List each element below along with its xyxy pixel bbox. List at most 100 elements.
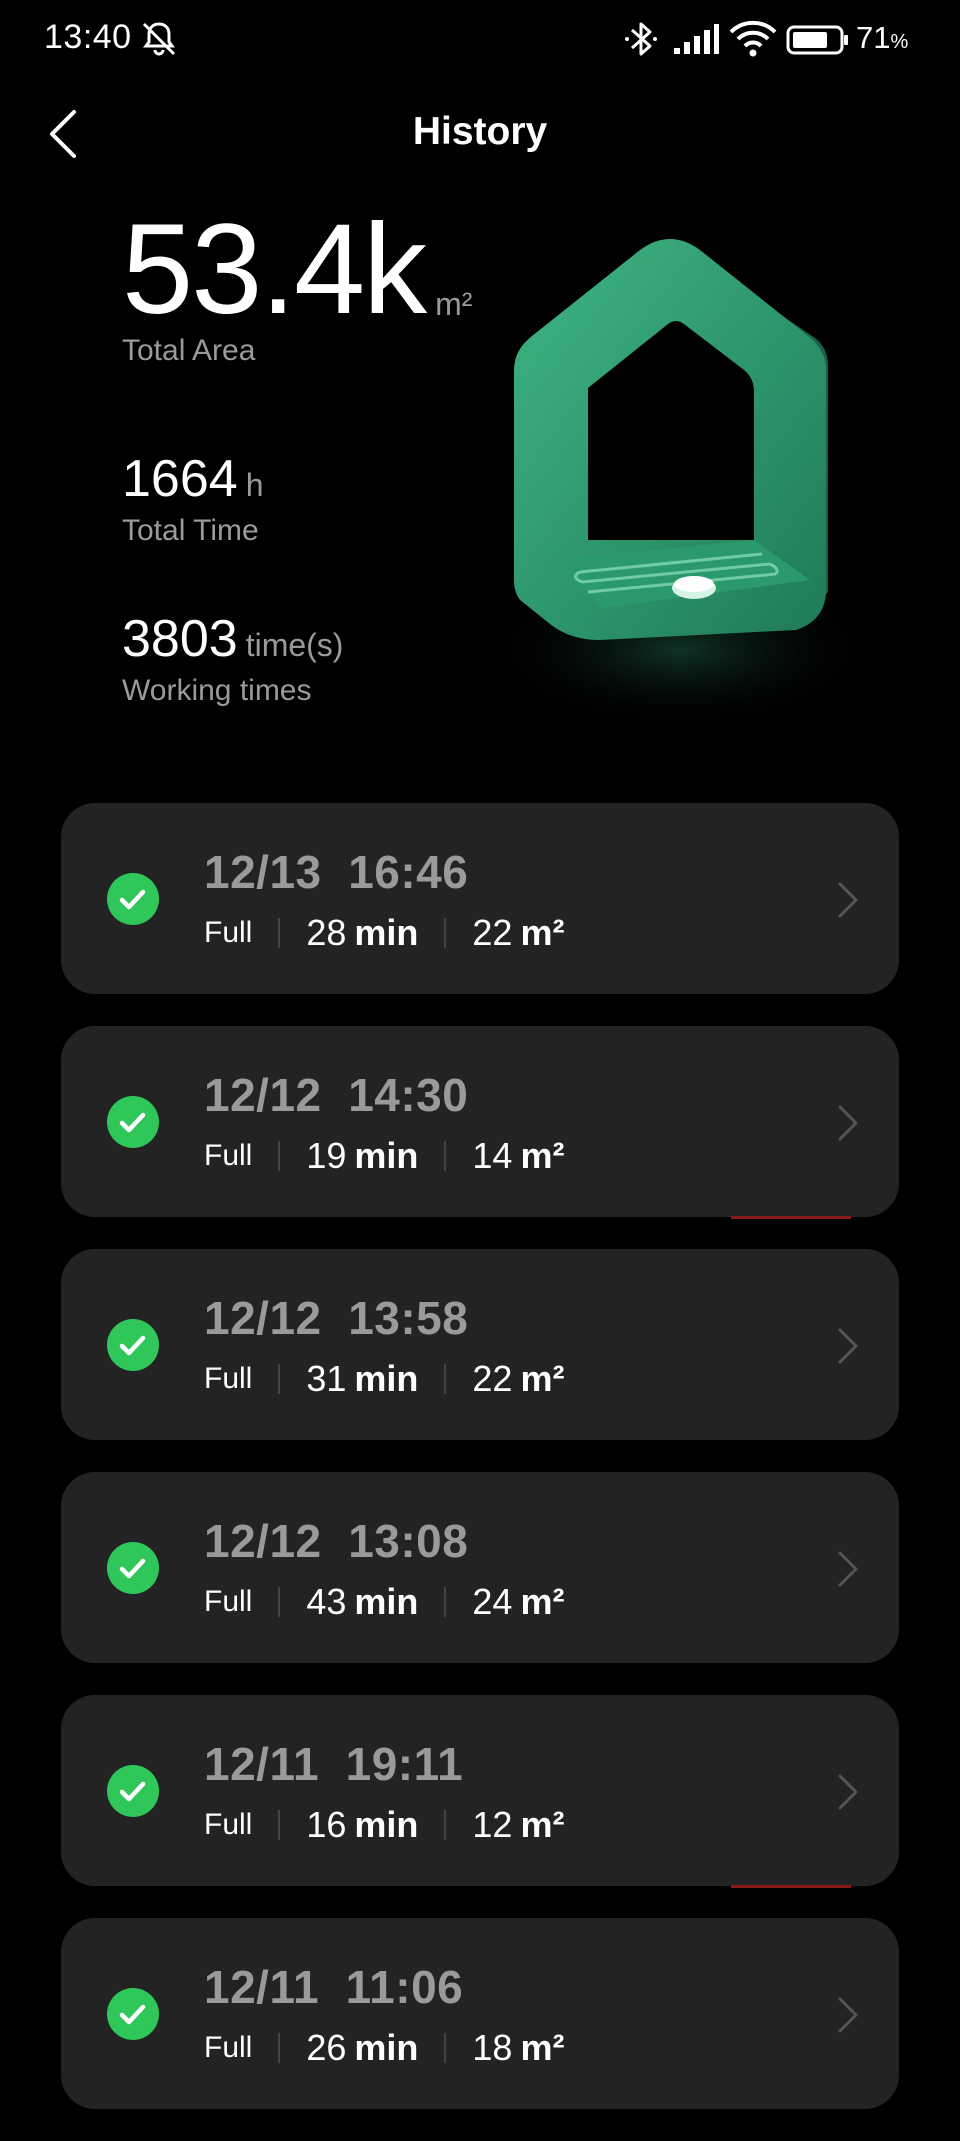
history-time: 16:46 [348,846,469,898]
history-datetime: 12/11 11:06 [204,1960,463,2014]
divider [444,1364,447,1394]
history-duration: 19 [306,1135,347,1176]
history-card[interactable]: 12/12 13:08 Full 43 min 24 m² [61,1472,899,1663]
status-bar: 13:40 71% [0,0,960,80]
battery-level: 71% [856,20,909,55]
card-accent-line [731,1885,851,1888]
divider [278,1587,281,1617]
history-time: 11:06 [345,1961,464,2013]
history-duration-unit: min [354,2027,419,2068]
history-mode: Full [204,2031,253,2064]
check-circle-icon [107,1542,159,1594]
total-time-value: 1664 [122,450,238,508]
total-area-stat: 53.4k m² Total Area [122,200,472,368]
history-area-unit: m² [520,912,565,953]
history-area-unit: m² [520,1581,565,1622]
signal-icon [674,24,719,54]
history-mode: Full [204,1585,253,1618]
history-area: 18 [472,2027,513,2068]
history-duration-unit: min [354,1135,419,1176]
history-area: 14 [472,1135,513,1176]
history-date: 12/11 [204,1738,320,1790]
divider [278,2033,281,2063]
divider [444,1587,447,1617]
history-time: 14:30 [348,1069,469,1121]
divider [278,1810,281,1840]
check-circle-icon [107,873,159,925]
divider [278,1364,281,1394]
divider [444,1810,447,1840]
history-mode: Full [204,1139,253,1172]
history-meta: Full 19 min 14 m² [204,1134,564,1178]
check-circle-icon [107,1988,159,2040]
total-time-label: Total Time [122,514,259,547]
history-date: 12/13 [204,846,322,898]
history-list: 12/13 16:46 Full 28 min 22 m² 12/12 14:30 … [61,803,899,2141]
history-card[interactable]: 12/11 11:06 Full 26 min 18 m² [61,1918,899,2109]
status-time: 13:40 [44,18,132,56]
history-datetime: 12/11 19:11 [204,1737,463,1791]
history-meta: Full 28 min 22 m² [204,911,564,955]
history-meta: Full 31 min 22 m² [204,1357,564,1401]
chevron-right-icon [838,1551,858,1587]
history-duration: 16 [306,1804,347,1845]
page-title: History [412,110,548,153]
history-area: 22 [472,912,513,953]
bluetooth-icon [625,22,657,56]
history-mode: Full [204,1362,253,1395]
total-time-stat: 1664 h Total Time [122,448,263,548]
chevron-right-icon [838,882,858,918]
history-datetime: 12/12 14:30 [204,1068,468,1122]
mute-icon [142,22,176,56]
working-times-stat: 3803 time(s) Working times [122,608,343,708]
history-meta: Full 26 min 18 m² [204,2026,564,2070]
working-times-unit: time(s) [245,627,344,663]
history-area: 22 [472,1358,513,1399]
history-meta: Full 43 min 24 m² [204,1580,564,1624]
history-area-unit: m² [520,1135,565,1176]
divider [444,2033,447,2063]
history-datetime: 12/12 13:58 [204,1291,468,1345]
history-datetime: 12/13 16:46 [204,845,468,899]
check-circle-icon [107,1765,159,1817]
history-duration: 31 [306,1358,347,1399]
history-card[interactable]: 12/12 14:30 Full 19 min 14 m² [61,1026,899,1219]
history-card[interactable]: 12/12 13:58 Full 31 min 22 m² [61,1249,899,1440]
history-time: 13:58 [348,1292,469,1344]
wifi-icon [729,20,777,57]
history-time: 13:08 [348,1515,469,1567]
total-area-value: 53.4k [122,198,427,341]
working-times-label: Working times [122,674,312,707]
history-date: 12/11 [204,1961,320,2013]
history-area: 24 [472,1581,513,1622]
battery-icon [786,25,848,55]
history-duration-unit: min [354,912,419,953]
history-mode: Full [204,1808,253,1841]
chevron-right-icon [838,1105,858,1141]
total-time-unit: h [245,467,264,503]
history-duration: 26 [306,2027,347,2068]
history-area-unit: m² [520,1358,565,1399]
history-date: 12/12 [204,1515,322,1567]
history-time: 19:11 [345,1738,464,1790]
history-card[interactable]: 12/11 19:11 Full 16 min 12 m² [61,1695,899,1888]
divider [278,918,281,948]
history-area: 12 [472,1804,513,1845]
card-accent-line [731,1216,851,1219]
chevron-right-icon [838,1774,858,1810]
working-times-value: 3803 [122,610,238,668]
history-duration-unit: min [354,1358,419,1399]
history-area-unit: m² [520,2027,565,2068]
history-meta: Full 16 min 12 m² [204,1803,564,1847]
chevron-right-icon [838,1997,858,2033]
divider [444,1141,447,1171]
history-duration: 43 [306,1581,347,1622]
divider [278,1141,281,1171]
divider [444,918,447,948]
check-circle-icon [107,1319,159,1371]
history-duration-unit: min [354,1804,419,1845]
history-area-unit: m² [520,1804,565,1845]
chevron-right-icon [838,1328,858,1364]
history-mode: Full [204,916,253,949]
history-card[interactable]: 12/13 16:46 Full 28 min 22 m² [61,803,899,994]
